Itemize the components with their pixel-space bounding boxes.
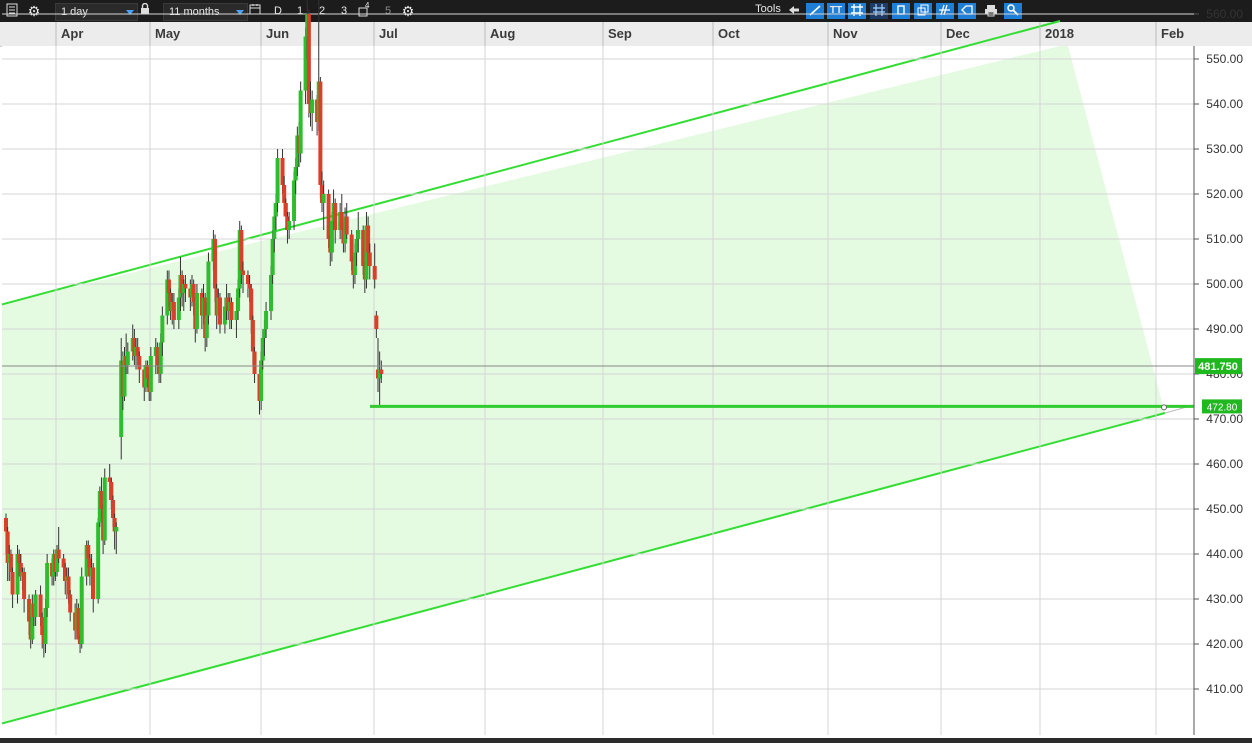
candle-body: [56, 549, 61, 559]
candle-body: [321, 194, 326, 203]
y-tick-label: 460.00: [1206, 457, 1243, 471]
navigator-strip[interactable]: [0, 738, 1252, 743]
candle-body: [217, 297, 222, 325]
candle-body: [310, 99, 315, 113]
y-tick-label: 560.00: [1206, 7, 1243, 21]
candle-body: [264, 311, 269, 329]
y-tick-label: 410.00: [1206, 682, 1243, 696]
candle-body: [183, 284, 188, 289]
x-tick-label: Apr: [61, 26, 83, 41]
candle: [206, 252, 211, 325]
candle: [275, 149, 280, 212]
y-tick-label: 500.00: [1206, 277, 1243, 291]
x-tick-label: Oct: [718, 26, 740, 41]
candle-body: [160, 315, 165, 343]
candle-body: [372, 266, 377, 280]
candle-body: [148, 356, 153, 392]
candle-body: [114, 527, 119, 532]
candle-body: [318, 81, 323, 185]
candle-body: [22, 572, 27, 599]
x-tick-label: 2018: [1045, 26, 1074, 41]
y-tick-label: 510.00: [1206, 232, 1243, 246]
candle-body: [45, 563, 50, 608]
candle-body: [102, 477, 107, 541]
candle-body: [298, 90, 303, 154]
y-tick-label: 470.00: [1206, 412, 1243, 426]
candle-body: [33, 594, 38, 617]
y-tick-label: 530.00: [1206, 142, 1243, 156]
support-anchor: [1161, 404, 1167, 411]
price-chart[interactable]: 410.00 420.00 430.00 440.00 450.00 460.00 470.…: [0, 0, 1252, 743]
candle-body: [367, 252, 372, 266]
candle-body: [356, 230, 361, 239]
candle-body: [249, 288, 254, 320]
support-badge-text: 472.80: [1207, 402, 1238, 413]
candle-body: [137, 356, 142, 370]
candle-body: [68, 594, 73, 613]
candle-body: [333, 203, 338, 230]
x-tick-label: Aug: [490, 26, 515, 41]
x-tick-label: Jun: [266, 26, 289, 41]
candle-body: [374, 315, 379, 329]
y-tick-label: 430.00: [1206, 592, 1243, 606]
candle-body: [213, 239, 218, 289]
candle-body: [252, 351, 257, 374]
candle-body: [379, 369, 384, 374]
candle: [102, 468, 107, 545]
candle-body: [171, 302, 176, 320]
x-tick-label: Dec: [946, 26, 970, 41]
candle-body: [275, 158, 280, 203]
y-tick-label: 420.00: [1206, 637, 1243, 651]
candle-body: [287, 221, 292, 230]
last-price-badge-text: 481.750: [1198, 361, 1238, 373]
candle-body: [229, 302, 234, 320]
candle-body: [250, 320, 255, 352]
x-tick-label: May: [155, 26, 181, 41]
x-tick-label: Sep: [608, 26, 632, 41]
candle-body: [206, 261, 211, 316]
support-badge: 472.80: [1202, 399, 1242, 414]
candle: [45, 554, 50, 617]
x-tick-label: Nov: [833, 26, 858, 41]
candle-body: [241, 270, 246, 275]
candle-body: [96, 522, 101, 599]
y-tick-label: 440.00: [1206, 547, 1243, 561]
candle: [298, 81, 303, 163]
candle-body: [91, 567, 96, 599]
last-price-badge: 481.750: [1195, 358, 1242, 375]
y-tick-label: 540.00: [1206, 97, 1243, 111]
y-tick-label: 450.00: [1206, 502, 1243, 516]
candle-body: [344, 216, 349, 235]
candle-body: [79, 576, 84, 644]
candle-body: [125, 351, 130, 365]
y-tick-label: 550.00: [1206, 52, 1243, 66]
candle-body: [10, 572, 15, 595]
y-tick-label: 490.00: [1206, 322, 1243, 336]
x-tick-label: Feb: [1161, 26, 1184, 41]
x-tick-label: Jul: [379, 26, 398, 41]
candle: [79, 567, 84, 649]
y-tick-label: 520.00: [1206, 187, 1243, 201]
candle-body: [194, 293, 199, 329]
candle: [96, 518, 101, 604]
